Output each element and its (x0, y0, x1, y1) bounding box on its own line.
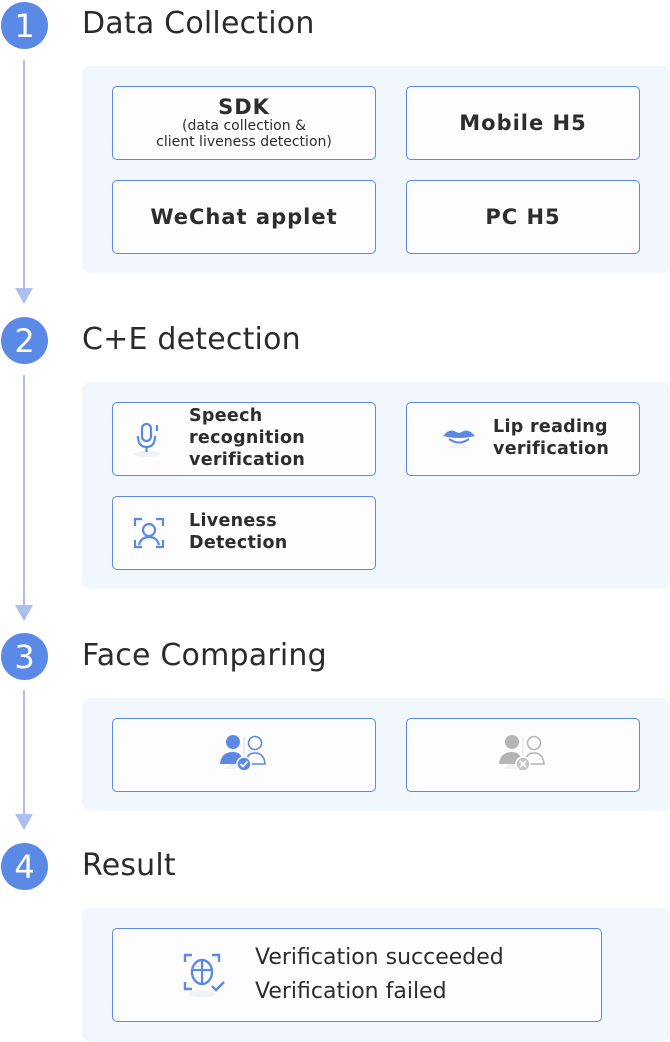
step-3-title: Face Comparing (82, 638, 327, 673)
microphone-icon (129, 419, 169, 459)
wechat-applet-card[interactable]: WeChat applet (112, 180, 376, 254)
sdk-subtitle-line2: client liveness detection) (156, 133, 332, 150)
step-1-connector (23, 60, 25, 290)
face-match-fail-icon (499, 733, 547, 778)
verification-succeeded-text: Verification succeeded (255, 944, 504, 970)
liveness-detection-card[interactable]: Liveness Detection (112, 496, 376, 570)
step-2-connector (23, 375, 25, 607)
wechat-applet-label: WeChat applet (150, 205, 338, 229)
step-3-arrow-icon (15, 814, 33, 830)
data-collection-panel: SDK (data collection & client liveness d… (82, 66, 670, 273)
step-3-badge: 3 (1, 633, 48, 680)
lip-reading-line1: Lip reading (493, 417, 608, 438)
step-2-badge: 2 (1, 317, 48, 364)
step-4-badge: 4 (1, 843, 48, 890)
pc-h5-label: PC H5 (485, 205, 561, 229)
step-2-arrow-icon (15, 605, 33, 621)
speech-recognition-label: Speech recognition verification (189, 406, 375, 472)
mobile-h5-label: Mobile H5 (459, 111, 587, 135)
face-scan-icon (129, 513, 169, 553)
step-3-connector (23, 690, 25, 816)
sdk-subtitle-line1: (data collection & (182, 118, 306, 135)
lip-reading-line2: verification (493, 439, 610, 459)
face-verify-icon (181, 950, 231, 1000)
speech-recognition-card[interactable]: Speech recognition verification (112, 402, 376, 476)
lip-reading-label: Lip reading verification (493, 417, 609, 461)
verification-failed-text: Verification failed (255, 979, 447, 1004)
face-match-fail-card[interactable] (406, 718, 640, 792)
sdk-title: SDK (218, 95, 270, 120)
sdk-card[interactable]: SDK (data collection & client liveness d… (112, 86, 376, 160)
result-panel: Verification succeeded Verification fail… (82, 908, 670, 1042)
speech-recognition-line2: verification (189, 449, 306, 470)
lips-icon (439, 419, 479, 459)
verification-result-card[interactable]: Verification succeeded Verification fail… (112, 928, 602, 1022)
step-1-title: Data Collection (82, 6, 315, 41)
face-comparing-panel (82, 698, 670, 811)
mobile-h5-card[interactable]: Mobile H5 (406, 86, 640, 160)
verification-result-label: Verification succeeded Verification fail… (255, 941, 504, 1009)
step-1-arrow-icon (15, 288, 33, 304)
face-match-success-card[interactable] (112, 718, 376, 792)
face-match-success-icon (220, 733, 268, 778)
lip-reading-card[interactable]: Lip reading verification (406, 402, 640, 476)
step-1-badge: 1 (1, 2, 48, 49)
ce-detection-panel: Speech recognition verification Lip read… (82, 382, 670, 589)
step-2-title: C+E detection (82, 322, 301, 357)
step-4-title: Result (82, 848, 176, 883)
speech-recognition-line1: Speech recognition (189, 406, 306, 449)
liveness-detection-label: Liveness Detection (189, 511, 288, 553)
pc-h5-card[interactable]: PC H5 (406, 180, 640, 254)
